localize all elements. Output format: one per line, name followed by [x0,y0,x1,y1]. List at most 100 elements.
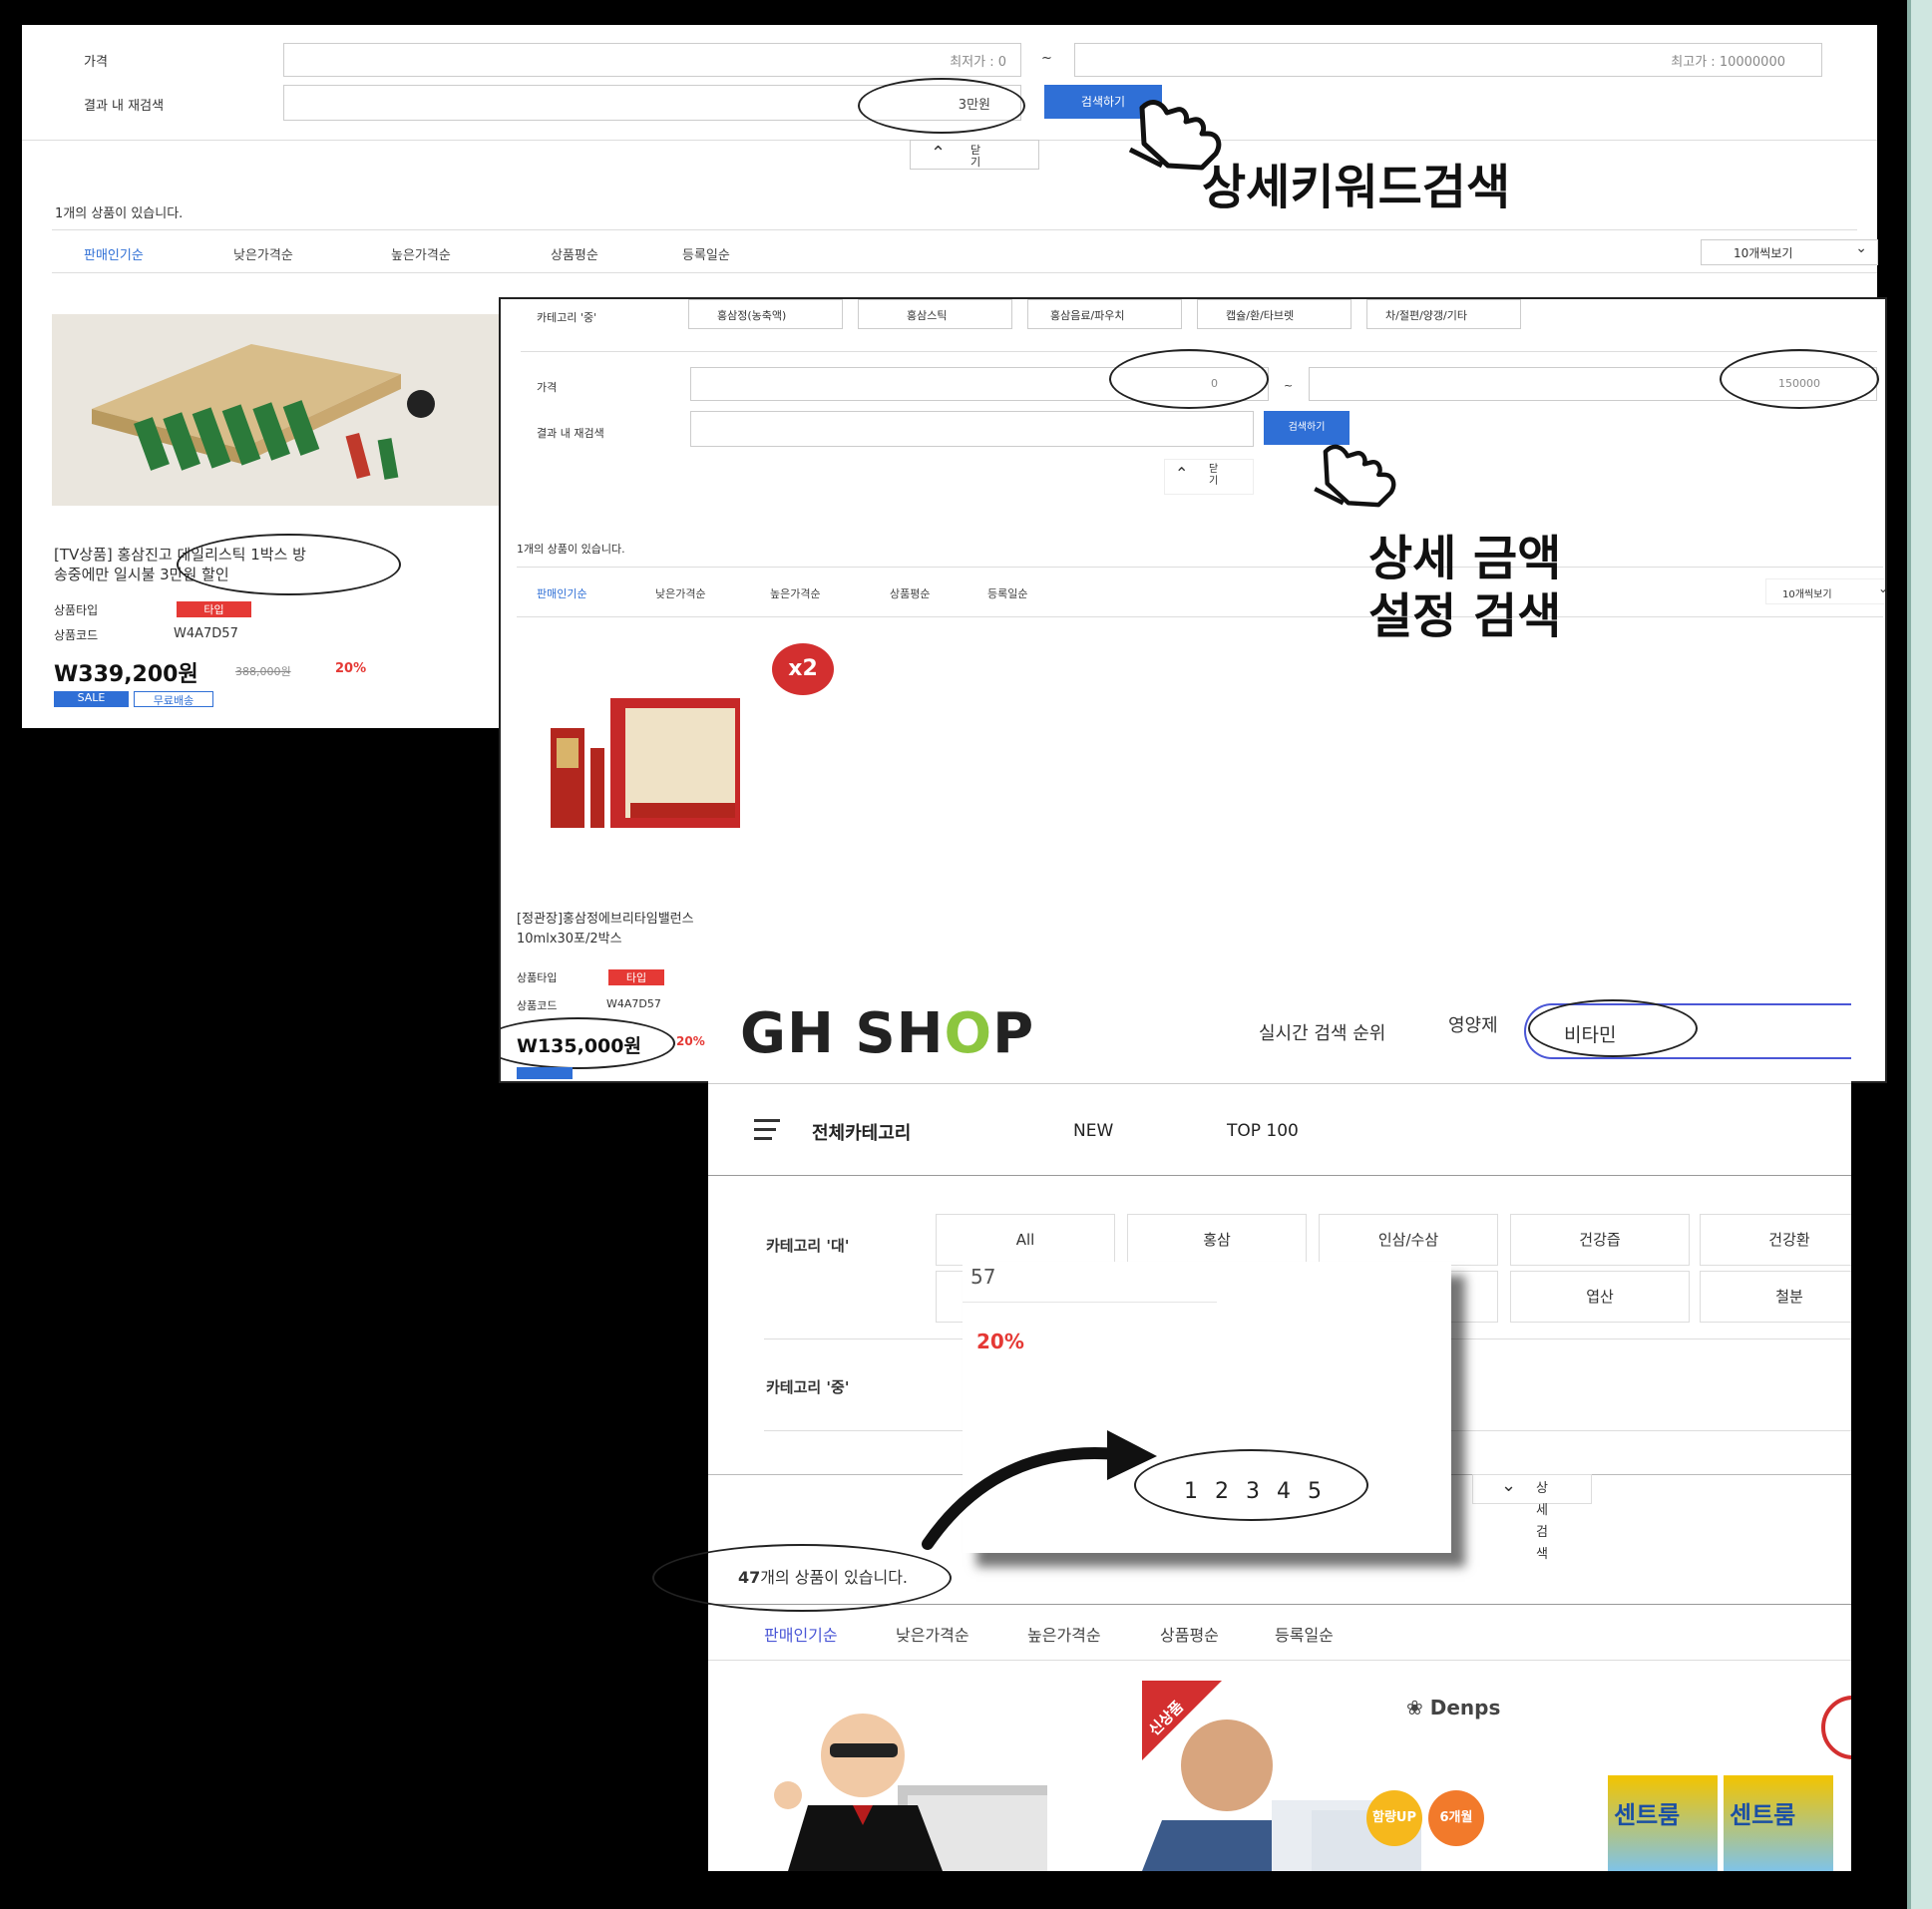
view-count-select[interactable]: 10개씩보기 ⌄ [1701,239,1878,265]
product-code-value: W4A7D57 [174,626,238,641]
product-discount: 20% [676,1034,705,1048]
chevron-up-icon: ⌃ [1175,464,1189,483]
category-mid-item-label: 홍삼음료/파우치 [1050,309,1125,322]
category-label: 건강즙 [1579,1231,1621,1249]
tag-sale: SALE [54,691,129,707]
category-mid-label: 카테고리 '중' [537,311,597,324]
category-all[interactable]: All [936,1214,1115,1266]
close-label: 닫기 [970,144,981,169]
sort-popular[interactable]: 판매인기순 [537,585,587,601]
product-discount: 20% [335,661,367,676]
category-iron[interactable]: 철분 [1700,1271,1851,1323]
product-name-line1[interactable]: [정관장]홍삼정에브리타임밸런스 [517,908,694,927]
chevron-down-icon: ⌄ [1501,1475,1517,1496]
menu-icon[interactable] [754,1119,780,1140]
annotation-price-search-line2: 설정 검색 [1368,588,1562,644]
max-price-highlight-oval [1720,349,1879,409]
category-mid-item[interactable]: 홍삼스틱 [858,299,1012,329]
sort-high-price[interactable]: 높은가격순 [1027,1622,1101,1646]
product-image[interactable] [52,314,506,506]
price-highlight-oval [501,1017,675,1069]
close-toggle[interactable]: ⌃ 닫기 [1164,459,1254,495]
logo[interactable]: GH SHOP [740,1001,1034,1066]
category-label: 홍삼 [1203,1231,1231,1249]
nav-new[interactable]: NEW [1073,1121,1113,1141]
nav-top100[interactable]: TOP 100 [1227,1121,1299,1141]
divider [708,1175,1851,1176]
sort-popular[interactable]: 판매인기순 [84,244,144,263]
max-price-input[interactable]: 최고가 : 10000000 [1074,43,1822,77]
logo-o: O [944,1001,993,1066]
category-mid-item-label: 캡슐/환/타브렛 [1226,309,1295,322]
right-frame [1907,0,1932,1909]
chevron-down-icon: ⌄ [1855,240,1867,256]
sort-date[interactable]: 등록일순 [1275,1622,1334,1646]
sort-date[interactable]: 등록일순 [682,244,730,263]
tag-sale [517,1067,573,1079]
detail-search-char: 검 [1536,1525,1548,1540]
all-categories-link[interactable]: 전체카테고리 [812,1119,911,1145]
corner-badge [1821,1696,1851,1759]
logo-text: GH SH [740,1001,945,1066]
product-image[interactable] [531,668,800,848]
product-type-label: 상품타입 [54,603,99,617]
category-hongsam[interactable]: 홍삼 [1127,1214,1307,1266]
realtime-search-rank[interactable]: 실시간 검색 순위 [1259,1019,1385,1045]
category-mid-item[interactable]: 홍삼음료/파우치 [1027,299,1182,329]
view-count-value: 10개씩보기 [1734,246,1793,260]
category-mid-item-label: 홍삼정(농축액) [717,309,787,322]
promo-bubble-text: 함량UP [1371,1810,1416,1825]
search-highlight-oval [1528,999,1698,1057]
min-price-highlight-oval [1109,349,1269,409]
chevron-up-icon: ⌃ [931,143,947,164]
divider [52,272,1877,273]
product-name-line2[interactable]: 10mlx30포/2박스 [517,928,622,947]
category-folic-acid[interactable]: 엽산 [1510,1271,1690,1323]
sort-low-price[interactable]: 낮은가격순 [896,1622,969,1646]
product-price: W339,200원 [54,662,198,687]
tilde: ~ [1041,51,1052,66]
result-search-input[interactable] [690,411,1254,447]
product-image[interactable] [768,1686,1067,1871]
chevron-down-icon: ⌄ [1877,581,1887,595]
category-big-label: 카테고리 '대' [766,1237,850,1255]
category-health-juice[interactable]: 건강즙 [1510,1214,1690,1266]
category-mid-item[interactable]: 홍삼정(농축액) [688,299,843,329]
pointing-hand-icon [1314,444,1396,508]
category-insam[interactable]: 인삼/수삼 [1319,1214,1498,1266]
pagination-highlight-oval [1134,1449,1368,1521]
category-health-pill[interactable]: 건강환 [1700,1214,1851,1266]
sort-popular[interactable]: 판매인기순 [764,1622,838,1646]
price-label: 가격 [84,55,108,70]
quantity-badge-text: x2 [788,656,818,681]
product-type-label: 상품타입 [517,971,558,984]
detail-search-char: 색 [1536,1547,1548,1562]
tilde: ~ [1284,379,1294,392]
product-image[interactable]: 센트룸 센트룸 [1608,1775,1851,1871]
category-mid-item[interactable]: 차/절편/양갱/기타 [1366,299,1521,329]
view-count-select[interactable]: 10개씩보기 ⌄ [1765,578,1887,604]
product-name-highlight-oval [177,534,401,595]
sort-low-price[interactable]: 낮은가격순 [233,244,293,263]
sort-date[interactable]: 등록일순 [987,585,1027,601]
keyword-rank-item[interactable]: 영양제 [1448,1011,1498,1037]
category-label: All [1015,1231,1035,1249]
divider [517,567,1883,568]
sort-high-price[interactable]: 높은가격순 [770,585,821,601]
sort-high-price[interactable]: 높은가격순 [391,244,451,263]
category-mid-item-label: 차/절편/양갱/기타 [1385,309,1467,322]
sort-review[interactable]: 상품평순 [551,244,598,263]
close-toggle[interactable]: ⌃ 닫기 [910,140,1039,170]
detail-search-char: 상 [1536,1481,1548,1496]
detail-search-toggle[interactable]: ⌄ [1472,1474,1592,1504]
sort-review[interactable]: 상품평순 [890,585,930,601]
sort-low-price[interactable]: 낮은가격순 [655,585,706,601]
brand-icon: ❀ [1406,1696,1423,1719]
result-search-label: 결과 내 재검색 [84,99,165,114]
result-count: 1개의 상품이 있습니다. [55,206,184,221]
price-label: 가격 [537,381,558,394]
min-price-input[interactable]: 최저가 : 0 [283,43,1021,77]
category-mid-item[interactable]: 캡슐/환/타브렛 [1197,299,1352,329]
sort-review[interactable]: 상품평순 [1160,1622,1219,1646]
divider [517,616,1883,617]
